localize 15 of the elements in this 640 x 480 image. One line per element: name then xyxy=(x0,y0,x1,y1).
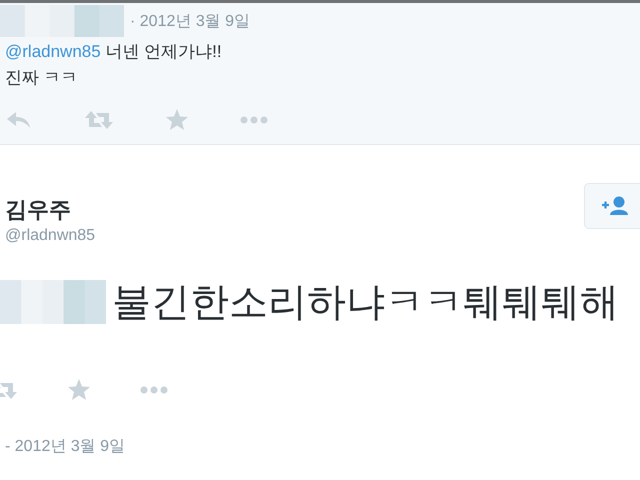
reply-icon[interactable] xyxy=(6,110,32,128)
user-name: 김우주 xyxy=(5,196,71,224)
tweet-date: · 2012년 3월 9일 xyxy=(130,12,250,32)
retweet-icon[interactable] xyxy=(84,110,114,130)
star-icon[interactable] xyxy=(166,109,188,130)
tweet-text: 불긴한소리하냐ㅋㅋ퉤퉤퉤해 xyxy=(112,280,619,326)
star-icon[interactable] xyxy=(68,379,90,400)
follow-button[interactable] xyxy=(584,183,640,229)
user-handle: @rladnwn85 xyxy=(5,227,96,245)
tweet-text: @rladnwn85 너넨 언제가냐!! 진짜 ㅋㅋ xyxy=(5,41,223,89)
add-user-icon xyxy=(600,195,630,217)
more-icon[interactable] xyxy=(140,386,168,394)
mention-link[interactable]: @rladnwn85 xyxy=(5,42,101,61)
more-icon[interactable] xyxy=(240,116,268,124)
tweet-timestamp: - 2012년 3월 9일 xyxy=(5,437,126,457)
